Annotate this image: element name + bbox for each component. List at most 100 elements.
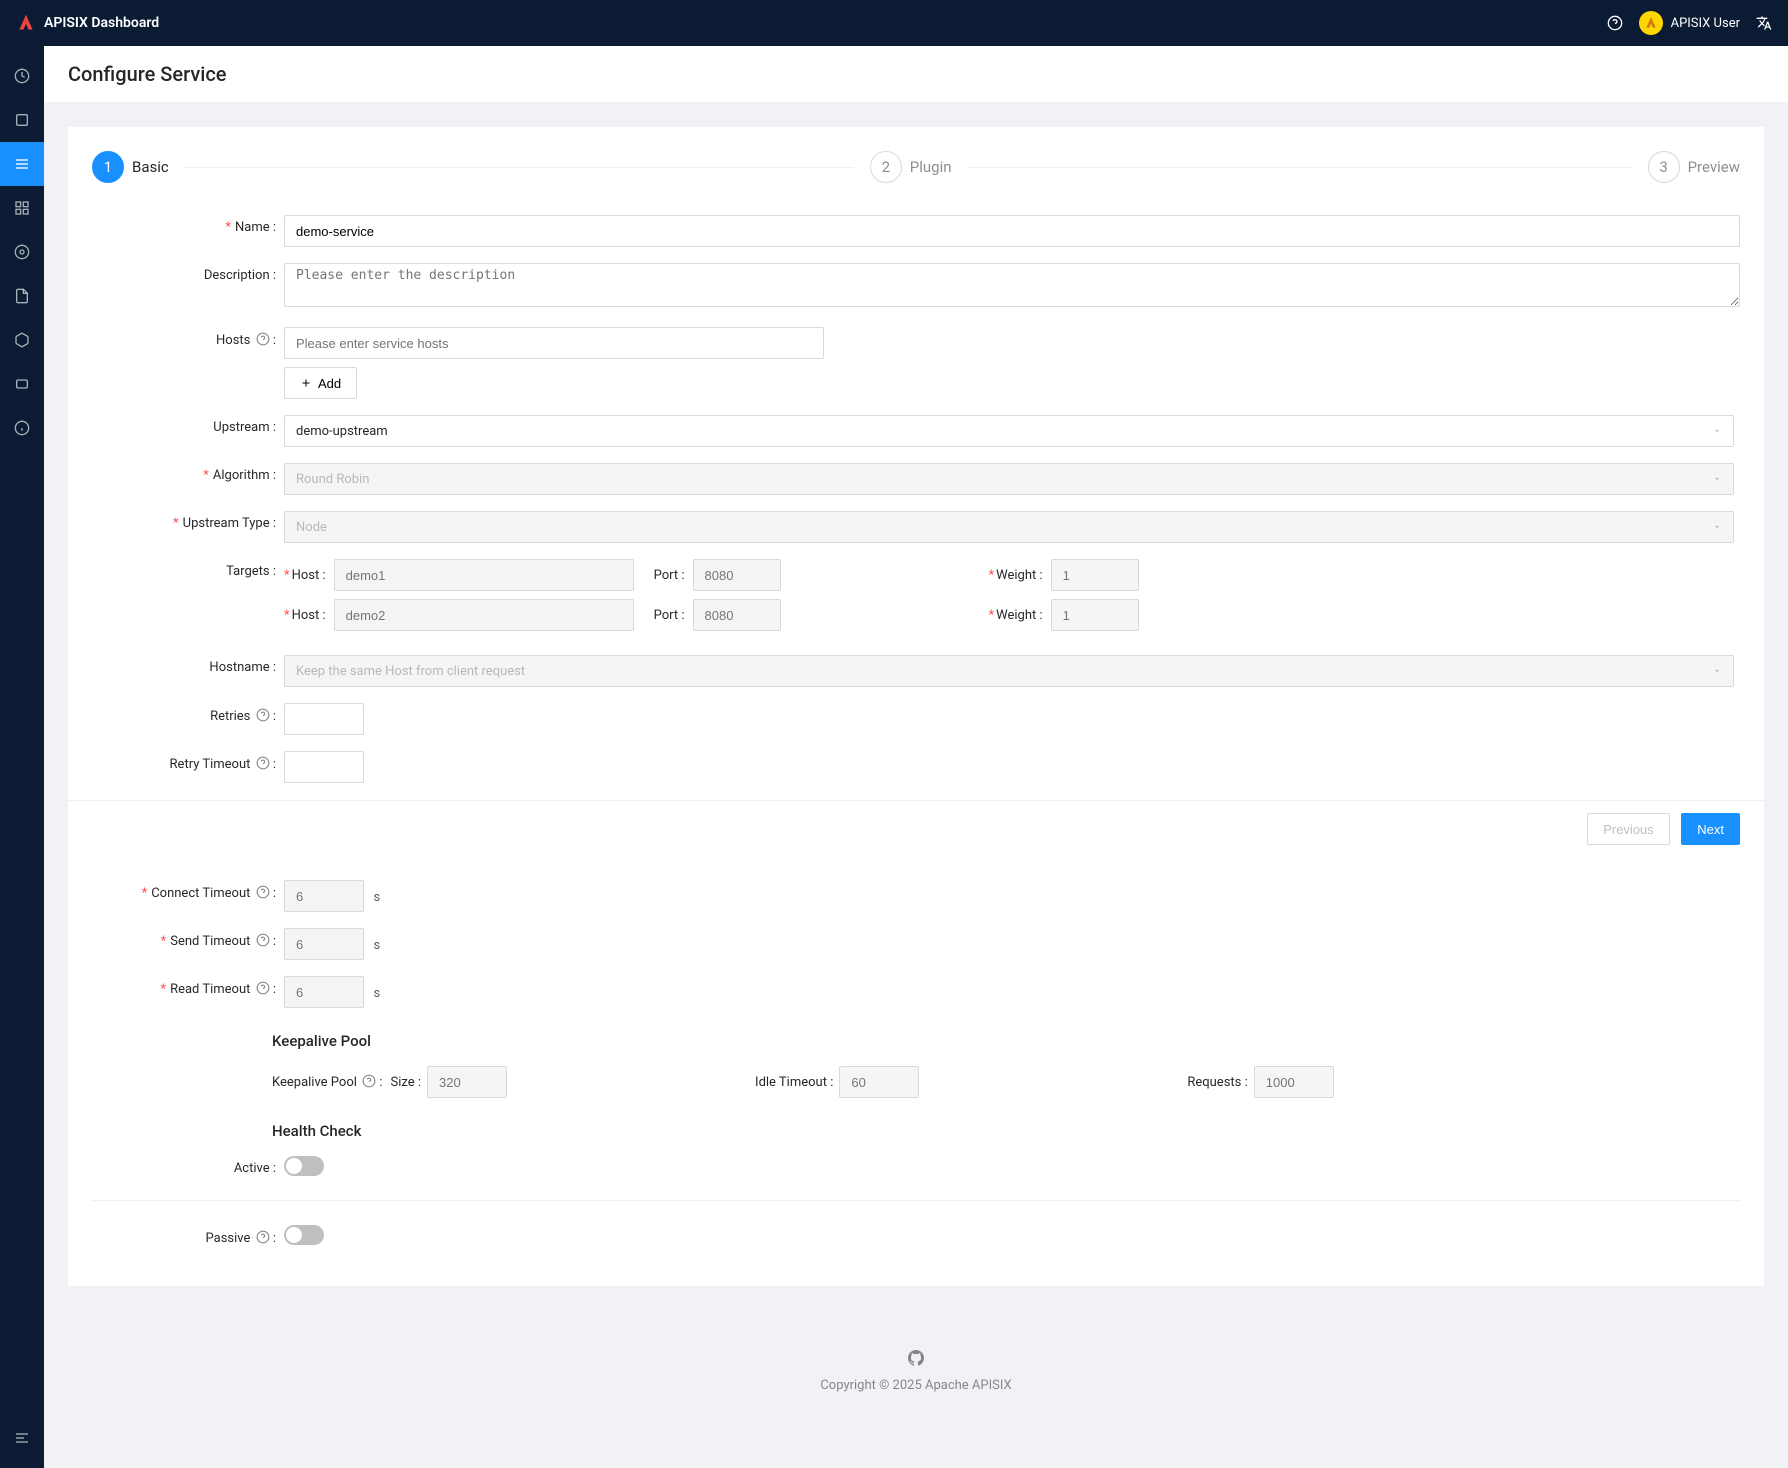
keepalive-section-title: Keepalive Pool xyxy=(272,1032,1740,1050)
apisix-logo-icon xyxy=(16,13,36,33)
help-icon[interactable] xyxy=(1607,15,1623,31)
target-weight-label: *Weight : xyxy=(989,608,1043,623)
step-plugin[interactable]: 2 Plugin xyxy=(870,151,1648,183)
target-port-label: Port : xyxy=(654,608,685,623)
sidebar-item-consumers[interactable] xyxy=(0,230,44,274)
hostname-select: Keep the same Host from client request xyxy=(284,655,1734,687)
passive-help-icon[interactable] xyxy=(256,1230,270,1244)
next-button[interactable]: Next xyxy=(1681,813,1740,845)
connect-timeout-help-icon[interactable] xyxy=(256,885,270,899)
page-header: Configure Service xyxy=(44,46,1788,103)
chevron-down-icon xyxy=(1712,474,1722,484)
app-logo[interactable]: APISIX Dashboard xyxy=(16,13,159,33)
keepalive-requests-label: Requests : xyxy=(1187,1075,1247,1090)
upstream-label: Upstream : xyxy=(92,415,284,435)
read-timeout-unit: s xyxy=(373,986,380,1001)
connect-timeout-label: *Connect Timeout : xyxy=(92,880,284,901)
target-weight-input xyxy=(1051,559,1139,591)
hosts-input[interactable] xyxy=(284,327,824,359)
keepalive-pool-help-icon[interactable] xyxy=(362,1074,376,1088)
target-host-input xyxy=(334,599,634,631)
target-port-input xyxy=(693,559,781,591)
step-basic-label: Basic xyxy=(132,158,169,176)
hosts-help-icon[interactable] xyxy=(256,332,270,346)
read-timeout-label: *Read Timeout : xyxy=(92,976,284,997)
active-label: Active : xyxy=(92,1156,284,1176)
keepalive-pool-label: Keepalive Pool : xyxy=(272,1074,383,1090)
send-timeout-unit: s xyxy=(373,938,380,953)
target-port-label: Port : xyxy=(654,568,685,583)
user-menu[interactable]: APISIX User xyxy=(1639,11,1740,35)
previous-button: Previous xyxy=(1587,813,1670,845)
sidebar-item-dashboard[interactable] xyxy=(0,54,44,98)
upstream-type-select: Node xyxy=(284,511,1734,543)
targets-label: Targets : xyxy=(92,559,284,579)
retry-timeout-help-icon[interactable] xyxy=(256,756,270,770)
algorithm-label: *Algorithm : xyxy=(92,463,284,483)
retries-label: Retries : xyxy=(92,703,284,724)
steps-nav: 1 Basic 2 Plugin 3 Preview xyxy=(92,151,1740,183)
sidebar-item-ssl[interactable] xyxy=(0,274,44,318)
retry-timeout-input[interactable] xyxy=(284,751,364,783)
active-switch[interactable] xyxy=(284,1156,324,1176)
target-weight-input xyxy=(1051,599,1139,631)
user-avatar-icon xyxy=(1639,11,1663,35)
action-bar: Previous Next xyxy=(68,800,1764,857)
passive-switch[interactable] xyxy=(284,1225,324,1245)
app-title: APISIX Dashboard xyxy=(44,15,159,31)
target-row: *Host : Port : *Weight : xyxy=(284,559,1740,591)
sidebar-collapse-toggle[interactable] xyxy=(0,1416,44,1460)
connect-timeout-input xyxy=(284,880,364,912)
sidebar-item-proto[interactable] xyxy=(0,362,44,406)
hostname-label: Hostname : xyxy=(92,655,284,675)
upstream-select[interactable]: demo-upstream xyxy=(284,415,1734,447)
retries-input[interactable] xyxy=(284,703,364,735)
page-title: Configure Service xyxy=(68,62,1764,86)
footer: Copyright © 2025 Apache APISIX xyxy=(44,1310,1788,1417)
target-weight-label: *Weight : xyxy=(989,568,1043,583)
github-icon[interactable] xyxy=(908,1350,924,1370)
keepalive-idle-label: Idle Timeout : xyxy=(755,1075,833,1090)
read-timeout-help-icon[interactable] xyxy=(256,981,270,995)
upstream-type-label: *Upstream Type : xyxy=(92,511,284,531)
step-basic[interactable]: 1 Basic xyxy=(92,151,870,183)
name-input[interactable] xyxy=(284,215,1740,247)
retries-help-icon[interactable] xyxy=(256,708,270,722)
keepalive-requests-input xyxy=(1254,1066,1334,1098)
chevron-down-icon xyxy=(1712,666,1722,676)
app-header: APISIX Dashboard APISIX User xyxy=(0,0,1788,46)
step-preview-label: Preview xyxy=(1688,158,1740,176)
description-input[interactable] xyxy=(284,263,1740,307)
target-port-input xyxy=(693,599,781,631)
algorithm-select: Round Robin xyxy=(284,463,1734,495)
step-preview[interactable]: 3 Preview xyxy=(1648,151,1740,183)
sidebar-item-upstream[interactable] xyxy=(0,186,44,230)
copyright-text: Copyright © 2025 Apache APISIX xyxy=(44,1378,1788,1393)
target-row: *Host : Port : *Weight : xyxy=(284,599,1740,631)
chevron-down-icon xyxy=(1712,426,1722,436)
step-plugin-label: Plugin xyxy=(910,158,952,176)
passive-label: Passive : xyxy=(92,1225,284,1246)
send-timeout-input xyxy=(284,928,364,960)
name-label: *Name : xyxy=(92,215,284,235)
target-host-label: *Host : xyxy=(284,568,326,583)
hosts-label: Hosts : xyxy=(92,327,284,348)
keepalive-idle-input xyxy=(839,1066,919,1098)
sidebar-item-info[interactable] xyxy=(0,406,44,450)
plus-icon xyxy=(300,377,312,389)
read-timeout-input xyxy=(284,976,364,1008)
sidebar-item-plugin[interactable] xyxy=(0,318,44,362)
chevron-down-icon xyxy=(1712,522,1722,532)
add-host-button[interactable]: Add xyxy=(284,367,357,399)
send-timeout-label: *Send Timeout : xyxy=(92,928,284,949)
health-check-section-title: Health Check xyxy=(272,1122,1740,1140)
retry-timeout-label: Retry Timeout : xyxy=(92,751,284,772)
step-basic-number: 1 xyxy=(92,151,124,183)
language-icon[interactable] xyxy=(1756,15,1772,31)
sidebar-item-services[interactable] xyxy=(0,142,44,186)
sidebar-item-routes[interactable] xyxy=(0,98,44,142)
send-timeout-help-icon[interactable] xyxy=(256,933,270,947)
keepalive-size-input xyxy=(427,1066,507,1098)
description-label: Description : xyxy=(92,263,284,283)
step-plugin-number: 2 xyxy=(870,151,902,183)
